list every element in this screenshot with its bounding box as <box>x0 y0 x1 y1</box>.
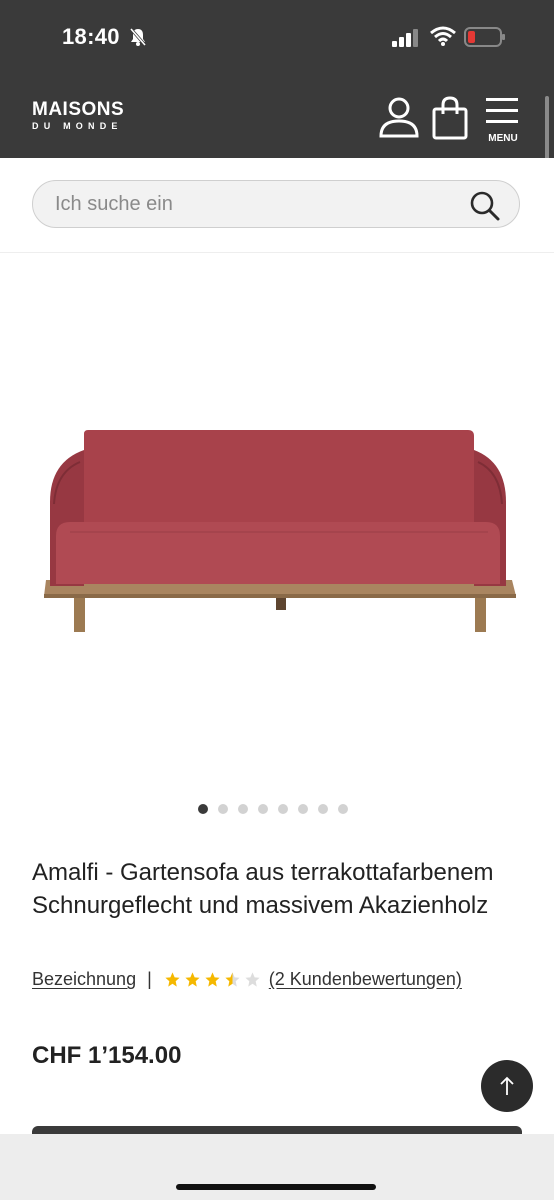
hamburger-menu-icon[interactable] <box>486 96 518 131</box>
header: 18:40 MAISONS DU MONDE MENU <box>0 0 554 158</box>
browser-bottom-bar <box>0 1134 554 1200</box>
star-full-icon <box>165 972 180 987</box>
scroll-to-top-button[interactable] <box>481 1060 533 1112</box>
rating-row: Bezeichnung | (2 Kundenbewertungen) <box>32 969 462 990</box>
pagination-dot[interactable] <box>258 804 268 814</box>
pagination-dot[interactable] <box>218 804 228 814</box>
pagination-dot[interactable] <box>198 804 208 814</box>
star-half-icon <box>225 972 240 987</box>
search-box[interactable] <box>32 180 520 228</box>
user-account-icon[interactable] <box>378 96 420 143</box>
star-empty-icon <box>245 972 260 987</box>
product-price: CHF 1’154.00 <box>32 1042 182 1069</box>
search-icon[interactable] <box>469 190 501 227</box>
description-link[interactable]: Bezeichnung <box>32 969 136 990</box>
pagination-dot[interactable] <box>318 804 328 814</box>
status-time: 18:40 <box>62 24 120 49</box>
pagination-dot[interactable] <box>298 804 308 814</box>
logo-sub-text: DU MONDE <box>32 121 123 131</box>
product-title: Amalfi - Gartensofa aus terrakottafarben… <box>32 859 494 919</box>
brand-logo[interactable]: MAISONS DU MONDE <box>32 100 124 132</box>
arrow-up-icon <box>500 1076 514 1095</box>
shopping-bag-icon[interactable] <box>432 96 468 145</box>
star-full-icon <box>205 972 220 987</box>
image-pagination[interactable] <box>198 804 348 814</box>
search-section <box>0 158 554 253</box>
signal-icon <box>392 29 420 52</box>
separator: | <box>147 969 152 989</box>
pagination-dot[interactable] <box>238 804 248 814</box>
search-input[interactable] <box>53 181 457 228</box>
star-rating <box>164 971 261 988</box>
home-indicator[interactable] <box>176 1184 376 1190</box>
logo-main-text: MAISONS <box>32 99 125 120</box>
bell-muted-icon <box>128 27 148 52</box>
battery-icon <box>464 27 506 52</box>
reviews-link[interactable]: (2 Kundenbewertungen) <box>269 969 462 990</box>
menu-label[interactable]: MENU <box>486 133 520 144</box>
pagination-dot[interactable] <box>278 804 288 814</box>
pagination-dot[interactable] <box>338 804 348 814</box>
wifi-icon <box>430 26 456 51</box>
product-image[interactable] <box>40 420 516 641</box>
star-full-icon <box>185 972 200 987</box>
